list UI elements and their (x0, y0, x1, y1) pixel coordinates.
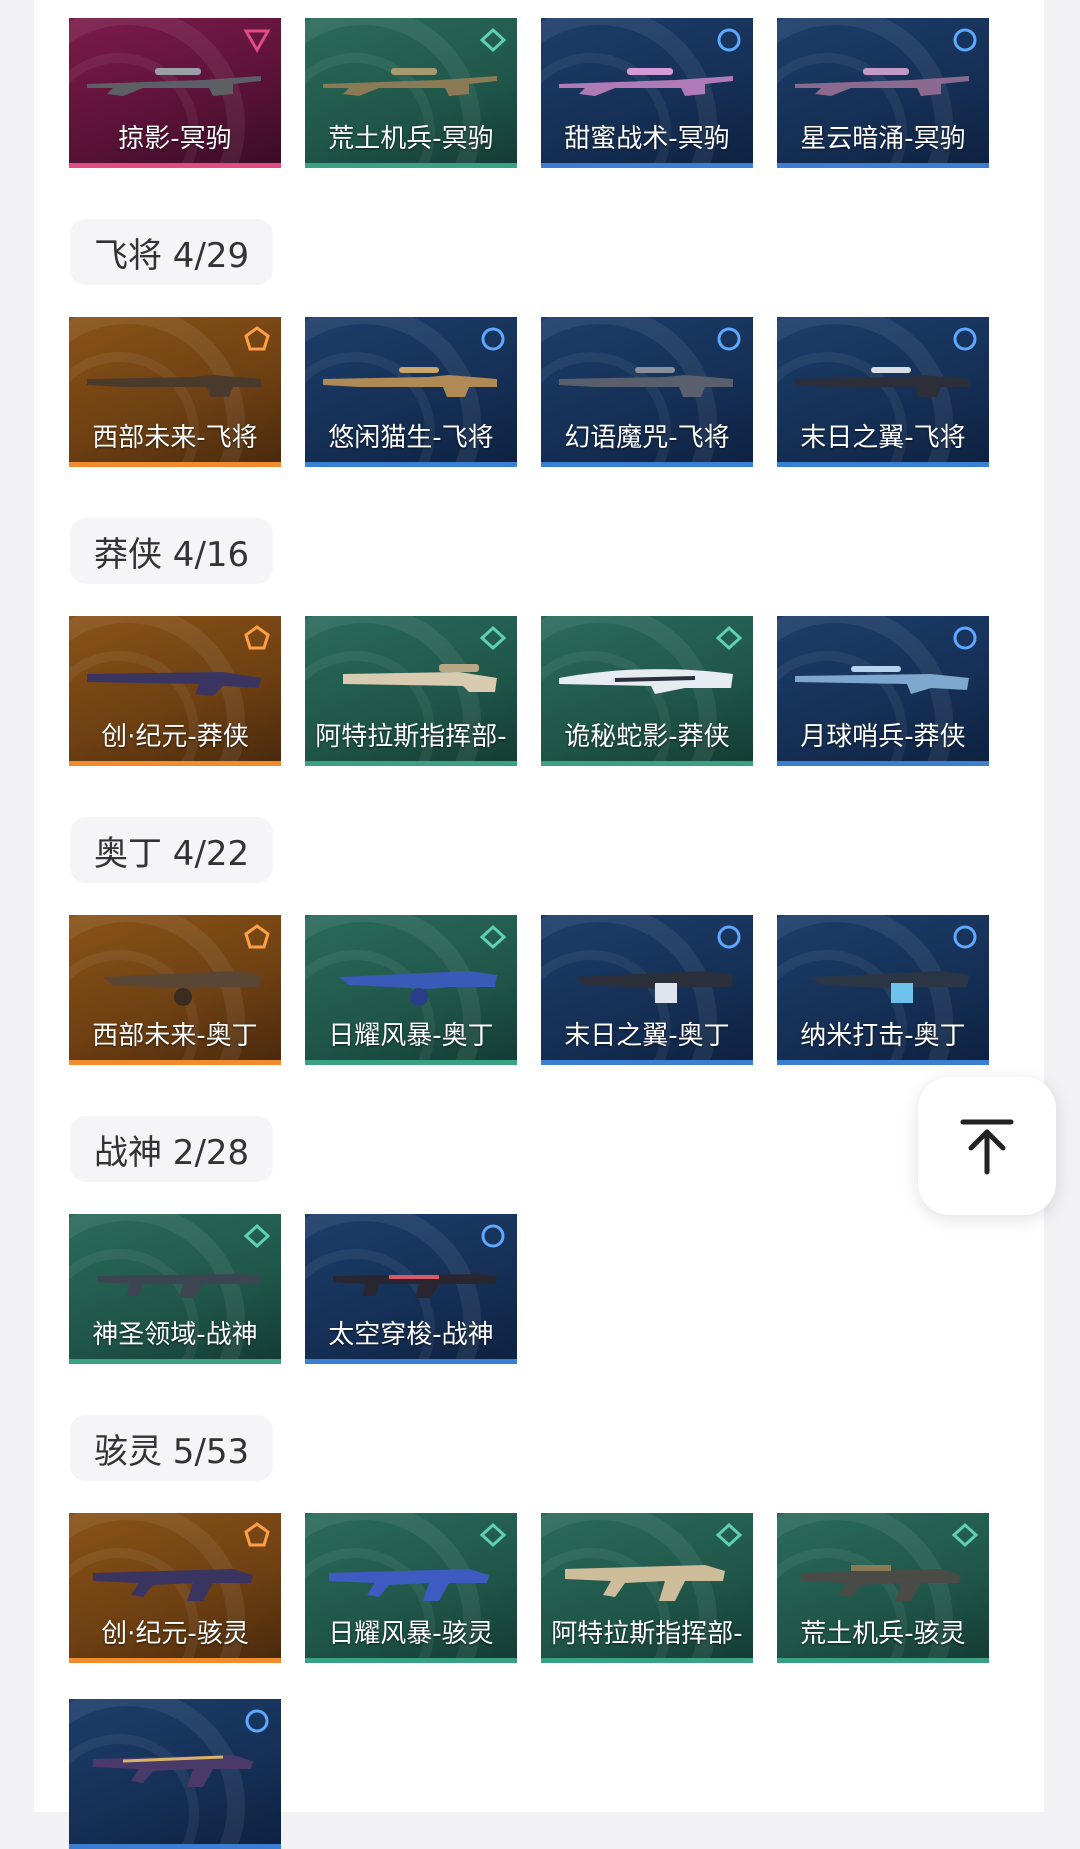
skin-card-label: 掠影-冥驹 (118, 124, 232, 154)
skin-row (69, 1699, 281, 1849)
sniper-rifle-icon (87, 68, 261, 96)
skin-row: 创·纪元-莽侠 阿特拉斯指挥部- 诡秘蛇影-莽侠 月球哨兵-莽侠 (69, 616, 989, 766)
skin-row: 神圣领域-战神 太空穿梭-战神 (69, 1214, 517, 1364)
skin-card-label: 月球哨兵-莽侠 (800, 722, 966, 752)
skin-card[interactable] (69, 1699, 281, 1849)
skin-card[interactable]: 神圣领域-战神 (69, 1214, 281, 1364)
skin-list-page: 掠影-冥驹 荒土机兵-冥驹 甜蜜战术-冥驹 星云暗涌-冥驹 飞将 4/29 西部… (34, 0, 1044, 1849)
skin-card[interactable]: 幻语魔咒-飞将 (541, 317, 753, 467)
skin-row: 西部未来-奥丁 日耀风暴-奥丁 末日之翼-奥丁 纳米打击-奥丁 (69, 915, 989, 1065)
skin-card-label: 荒土机兵-骇灵 (800, 1619, 966, 1649)
skin-card[interactable]: 甜蜜战术-冥驹 (541, 18, 753, 168)
sniper-rifle-icon (795, 68, 969, 96)
skin-card[interactable]: 荒土机兵-骇灵 (777, 1513, 989, 1663)
skin-card[interactable]: 创·纪元-骇灵 (69, 1513, 281, 1663)
skin-card[interactable]: 掠影-冥驹 (69, 18, 281, 168)
skin-card[interactable]: 星云暗涌-冥驹 (777, 18, 989, 168)
sniper-rifle-icon (323, 68, 497, 96)
rifle-icon (795, 367, 969, 397)
sniper-rifle-icon (87, 672, 261, 696)
skin-card-label: 诡秘蛇影-莽侠 (564, 722, 730, 752)
skin-card[interactable]: 创·纪元-莽侠 (69, 616, 281, 766)
skin-card[interactable]: 荒土机兵-冥驹 (305, 18, 517, 168)
skin-card[interactable]: 日耀风暴-奥丁 (305, 915, 517, 1065)
skin-card[interactable]: 末日之翼-飞将 (777, 317, 989, 467)
skin-card[interactable]: 西部未来-飞将 (69, 317, 281, 467)
sniper-rifle-icon (795, 666, 969, 694)
skin-card[interactable]: 诡秘蛇影-莽侠 (541, 616, 753, 766)
smg-icon (801, 1565, 961, 1601)
arrow-up-to-top-icon (960, 1119, 1014, 1175)
machine-gun-icon (575, 971, 733, 1003)
machine-gun-icon (333, 1274, 497, 1298)
scroll-to-top-button[interactable] (918, 1077, 1056, 1215)
skin-card[interactable]: 西部未来-奥丁 (69, 915, 281, 1065)
skin-card-label: 荒土机兵-冥驹 (328, 124, 494, 154)
machine-gun-icon (97, 1274, 261, 1298)
smg-icon (93, 1569, 253, 1601)
skin-card[interactable]: 末日之翼-奥丁 (541, 915, 753, 1065)
skin-card[interactable]: 太空穿梭-战神 (305, 1214, 517, 1364)
skin-card-label: 甜蜜战术-冥驹 (564, 124, 730, 154)
weapon-section-header: 战神 2/28 (70, 1116, 274, 1182)
skin-card-label: 纳米打击-奥丁 (800, 1021, 966, 1051)
skin-card[interactable]: 阿特拉斯指挥部- (305, 616, 517, 766)
skin-card-label: 星云暗涌-冥驹 (800, 124, 966, 154)
skin-card-label: 日耀风暴-骇灵 (328, 1619, 494, 1649)
skin-card-label: 幻语魔咒-飞将 (564, 423, 730, 453)
skin-row: 掠影-冥驹 荒土机兵-冥驹 甜蜜战术-冥驹 星云暗涌-冥驹 (69, 18, 989, 168)
sniper-rifle-icon (559, 669, 733, 694)
sniper-rifle-icon (559, 68, 733, 96)
skin-card-label (69, 1800, 281, 1840)
skin-card[interactable]: 阿特拉斯指挥部- (541, 1513, 753, 1663)
weapon-section-header: 骇灵 5/53 (70, 1415, 274, 1481)
skin-card-label: 阿特拉斯指挥部- (315, 722, 507, 752)
skin-card-label: 末日之翼-奥丁 (564, 1021, 730, 1051)
skin-card-label: 日耀风暴-奥丁 (328, 1021, 494, 1051)
skin-card-label: 创·纪元-骇灵 (101, 1619, 249, 1649)
smg-icon (329, 1569, 489, 1601)
weapon-section-header: 飞将 4/29 (70, 219, 274, 285)
skin-card[interactable]: 日耀风暴-骇灵 (305, 1513, 517, 1663)
skin-card-label: 悠闲猫生-飞将 (328, 423, 494, 453)
skin-card-label: 西部未来-奥丁 (92, 1021, 258, 1051)
skin-card-label: 创·纪元-莽侠 (101, 722, 249, 752)
weapon-section-header: 莽侠 4/16 (70, 518, 274, 584)
sniper-rifle-icon (343, 664, 497, 692)
rifle-icon (87, 375, 261, 397)
skin-card-label: 末日之翼-飞将 (800, 423, 966, 453)
weapon-section-header: 奥丁 4/22 (70, 817, 274, 883)
skin-row: 西部未来-飞将 悠闲猫生-飞将 幻语魔咒-飞将 末日之翼-飞将 (69, 317, 989, 467)
skin-card-label: 神圣领域-战神 (92, 1320, 258, 1350)
skin-card-label: 阿特拉斯指挥部- (551, 1619, 743, 1649)
machine-gun-icon (811, 971, 969, 1003)
skin-row: 创·纪元-骇灵 日耀风暴-骇灵 阿特拉斯指挥部- 荒土机兵-骇灵 (69, 1513, 989, 1663)
smg-icon (93, 1755, 253, 1787)
machine-gun-icon (103, 971, 261, 1006)
skin-card-label: 太空穿梭-战神 (328, 1320, 494, 1350)
skin-card[interactable]: 悠闲猫生-飞将 (305, 317, 517, 467)
smg-icon (565, 1565, 725, 1601)
machine-gun-icon (339, 971, 497, 1006)
skin-card[interactable]: 纳米打击-奥丁 (777, 915, 989, 1065)
rifle-icon (323, 367, 497, 397)
skin-card-label: 西部未来-飞将 (92, 423, 258, 453)
skin-card[interactable]: 月球哨兵-莽侠 (777, 616, 989, 766)
rifle-icon (559, 367, 733, 397)
